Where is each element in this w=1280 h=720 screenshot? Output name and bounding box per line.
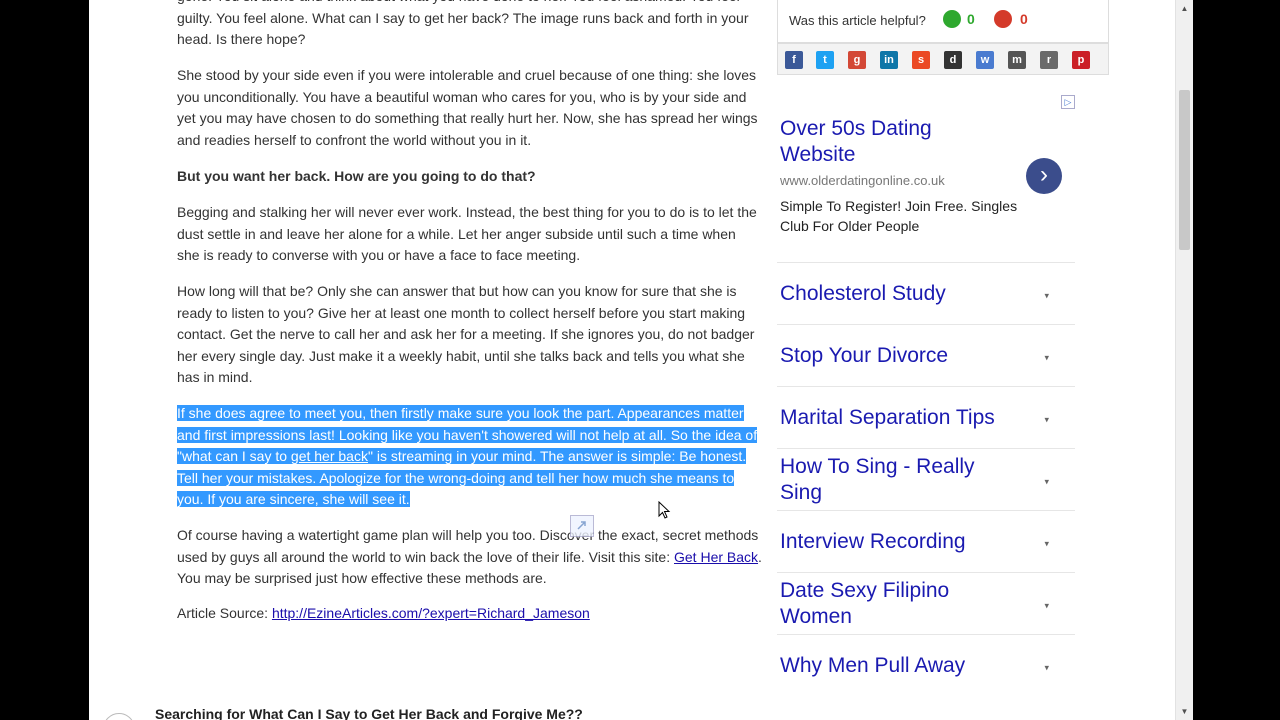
article-paragraph-1: She stood by your side even if you were … — [177, 67, 758, 148]
sidebar-link-item[interactable]: Marital Separation Tips ▾ — [777, 386, 1075, 448]
reddit-icon[interactable]: r — [1040, 51, 1058, 69]
sidebar-link-list: Cholesterol Study ▾ Stop Your Divorce ▾ Ma… — [777, 262, 1075, 696]
accelerator-icon[interactable] — [570, 515, 594, 537]
vertical-scrollbar[interactable]: ▲ ▼ — [1175, 0, 1193, 720]
p6-text-1: Of course having a watertight game plan … — [177, 527, 759, 565]
chevron-down-icon: ▾ — [1044, 600, 1049, 611]
article-paragraph-4: How long will that be? Only she can answ… — [177, 283, 755, 385]
adchoices-icon[interactable]: ▷ — [1061, 95, 1075, 109]
chevron-down-icon: ▾ — [1044, 662, 1049, 673]
article-paragraph-6: Of course having a watertight game plan … — [177, 525, 762, 590]
sidebar-link-label[interactable]: Why Men Pull Away — [780, 653, 1020, 679]
browser-page: gone. You sit alone and think about what… — [89, 0, 1175, 720]
scroll-up-icon[interactable]: ▲ — [1176, 0, 1193, 17]
sidebar-link-item[interactable]: How To Sing - Really Sing ▾ — [777, 448, 1075, 510]
helpful-up-count: 0 — [967, 11, 975, 27]
helpful-widget: Was this article helpful? 0 0 — [777, 0, 1109, 43]
digg-icon[interactable]: w — [976, 51, 994, 69]
chevron-down-icon: ▾ — [1044, 476, 1049, 487]
sidebar-link-label[interactable]: Date Sexy Filipino Women — [780, 578, 1020, 630]
sidebar-link-item[interactable]: Interview Recording ▾ — [777, 510, 1075, 572]
sidebar-link-label[interactable]: How To Sing - Really Sing — [780, 454, 1020, 506]
chevron-down-icon: ▾ — [1044, 290, 1049, 301]
article-paragraph-3: Begging and stalking her will never ever… — [177, 204, 757, 263]
thumbs-up-icon[interactable] — [943, 10, 961, 28]
related-heading: Searching for What Can I Say to Get Her … — [155, 706, 583, 720]
get-her-back-inline-link[interactable]: get her back — [290, 448, 368, 464]
pinterest-icon[interactable]: p — [1072, 51, 1090, 69]
article-source-label: Article Source: — [177, 605, 272, 621]
googleplus-icon[interactable]: g — [848, 51, 866, 69]
stumbleupon-icon[interactable]: s — [912, 51, 930, 69]
sidebar-link-item[interactable]: Date Sexy Filipino Women ▾ — [777, 572, 1075, 634]
article-source-link[interactable]: http://EzineArticles.com/?expert=Richard… — [272, 605, 590, 621]
ad-url[interactable]: www.olderdatingonline.co.uk — [780, 173, 945, 188]
share-bar: f t g in s d w m r p — [777, 43, 1109, 75]
linkedin-icon[interactable]: in — [880, 51, 898, 69]
sidebar-link-label[interactable]: Stop Your Divorce — [780, 343, 1020, 369]
article-source: Article Source: http://EzineArticles.com… — [177, 603, 762, 625]
scroll-down-icon[interactable]: ▼ — [1176, 703, 1193, 720]
sidebar-link-label[interactable]: Cholesterol Study — [780, 281, 1020, 307]
chevron-down-icon: ▾ — [1044, 414, 1049, 425]
ad-arrow-button[interactable]: › — [1026, 158, 1062, 194]
ad-title-link[interactable]: Over 50s Dating Website — [780, 116, 1010, 168]
chevron-down-icon: ▾ — [1044, 352, 1049, 363]
helpful-down-count: 0 — [1020, 11, 1028, 27]
sidebar-link-label[interactable]: Interview Recording — [780, 529, 1020, 555]
avatar — [103, 713, 135, 720]
myspace-icon[interactable]: m — [1008, 51, 1026, 69]
helpful-question: Was this article helpful? — [789, 13, 926, 28]
delicious-icon[interactable]: d — [944, 51, 962, 69]
sidebar-link-item[interactable]: Stop Your Divorce ▾ — [777, 324, 1075, 386]
facebook-icon[interactable]: f — [785, 51, 803, 69]
chevron-down-icon: ▾ — [1044, 538, 1049, 549]
scrollbar-thumb[interactable] — [1179, 90, 1190, 250]
article-paragraph-intro: gone. You sit alone and think about what… — [177, 0, 749, 47]
sidebar-link-label[interactable]: Marital Separation Tips — [780, 405, 1020, 431]
twitter-icon[interactable]: t — [816, 51, 834, 69]
ad-description: Simple To Register! Join Free. Singles C… — [780, 198, 1018, 234]
get-her-back-link[interactable]: Get Her Back — [674, 549, 758, 565]
sidebar-link-item[interactable]: Why Men Pull Away ▾ — [777, 634, 1075, 696]
thumbs-down-icon[interactable] — [994, 10, 1012, 28]
article-subheading: But you want her back. How are you going… — [177, 168, 536, 184]
sidebar-link-item[interactable]: Cholesterol Study ▾ — [777, 262, 1075, 324]
article-paragraph-selected[interactable]: If she does agree to meet you, then firs… — [177, 403, 762, 511]
